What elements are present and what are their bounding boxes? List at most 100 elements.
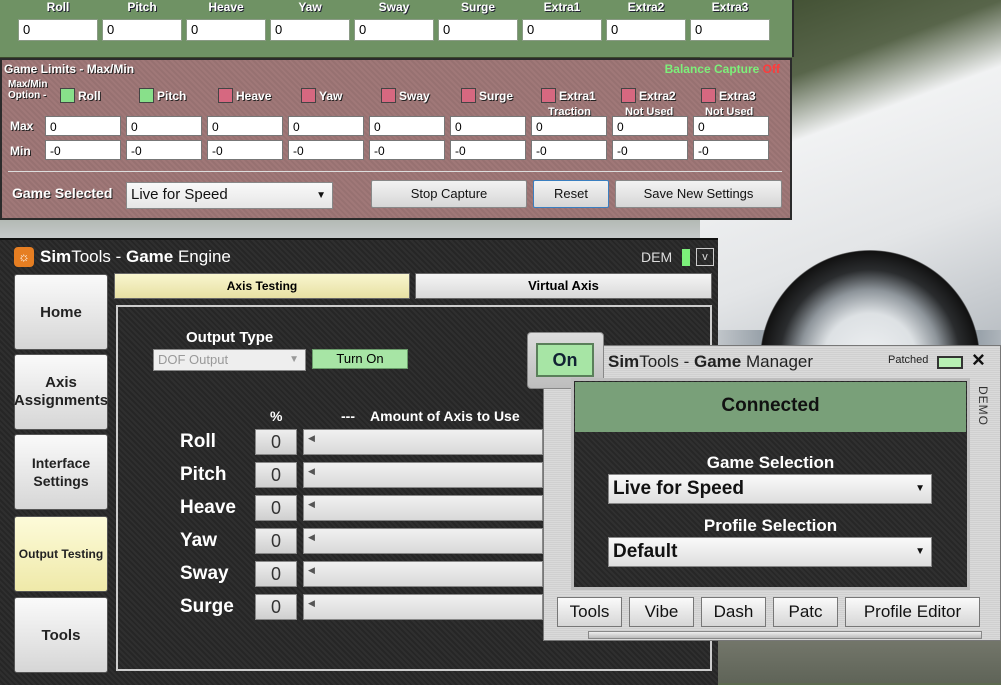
checkbox-unchecked-icon[interactable] <box>218 88 233 104</box>
axis-column: Extra3 0 <box>690 0 770 41</box>
max-input[interactable]: 0 <box>126 116 202 136</box>
game-selection-select[interactable]: Live for Speed ▼ <box>608 474 932 504</box>
reset-button[interactable]: Reset <box>533 180 609 208</box>
save-new-settings-button[interactable]: Save New Settings <box>615 180 782 208</box>
manager-scrollbar[interactable] <box>588 631 982 639</box>
axis-column-header: Sway <box>378 0 410 14</box>
axis-amount-slider[interactable]: ◀ <box>303 561 543 587</box>
nav-home[interactable]: Home <box>14 274 108 350</box>
game-selected-select[interactable]: Live for Speed ▼ <box>126 182 333 209</box>
vibe-button[interactable]: Vibe <box>629 597 694 627</box>
game-selected-value: Live for Speed <box>131 186 228 203</box>
nav-tools[interactable]: Tools <box>14 597 108 673</box>
min-input[interactable]: -0 <box>693 140 769 160</box>
checkbox-checked-icon[interactable] <box>139 88 154 104</box>
limit-option-roll[interactable]: Roll <box>60 87 101 105</box>
axis-row-value[interactable]: 0 <box>255 429 297 455</box>
slider-left-arrow-icon[interactable]: ◀ <box>308 433 315 444</box>
axis-column-value[interactable]: 0 <box>438 19 518 41</box>
slider-left-arrow-icon[interactable]: ◀ <box>308 499 315 510</box>
tools-button[interactable]: Tools <box>557 597 622 627</box>
checkbox-unchecked-icon[interactable] <box>461 88 476 104</box>
max-input[interactable]: 0 <box>207 116 283 136</box>
limit-option-extra3[interactable]: Extra3 <box>701 87 756 105</box>
axis-column-header: Extra1 <box>543 0 581 14</box>
minimize-icon[interactable]: v <box>696 248 714 266</box>
patched-label: Patched <box>888 354 929 366</box>
max-input[interactable]: 0 <box>693 116 769 136</box>
axis-row-value[interactable]: 0 <box>255 495 297 521</box>
limit-option-label: Extra3 <box>719 89 756 103</box>
limit-option-extra2[interactable]: Extra2 <box>621 87 676 105</box>
axis-column-value[interactable]: 0 <box>270 19 350 41</box>
axis-column-value[interactable]: 0 <box>354 19 434 41</box>
axis-column-value[interactable]: 0 <box>690 19 770 41</box>
limit-option-heave[interactable]: Heave <box>218 87 271 105</box>
axis-column-value[interactable]: 0 <box>606 19 686 41</box>
patch-button[interactable]: Patc <box>773 597 838 627</box>
nav-output-testing[interactable]: Output Testing <box>14 516 108 592</box>
on-button[interactable]: On <box>536 343 594 377</box>
axis-row-value[interactable]: 0 <box>255 462 297 488</box>
min-input[interactable]: -0 <box>612 140 688 160</box>
turn-on-button[interactable]: Turn On <box>312 349 408 369</box>
max-input[interactable]: 0 <box>531 116 607 136</box>
max-input[interactable]: 0 <box>288 116 364 136</box>
min-input[interactable]: -0 <box>288 140 364 160</box>
axis-amount-slider[interactable]: ◀ <box>303 594 543 620</box>
max-input[interactable]: 0 <box>612 116 688 136</box>
limit-option-sway[interactable]: Sway <box>381 87 430 105</box>
slider-left-arrow-icon[interactable]: ◀ <box>308 565 315 576</box>
axis-column-value[interactable]: 0 <box>102 19 182 41</box>
min-input[interactable]: -0 <box>207 140 283 160</box>
dash-button[interactable]: Dash <box>701 597 766 627</box>
checkbox-unchecked-icon[interactable] <box>701 88 716 104</box>
stop-capture-button[interactable]: Stop Capture <box>371 180 527 208</box>
axis-column-value[interactable]: 0 <box>18 19 98 41</box>
axis-column-value[interactable]: 0 <box>522 19 602 41</box>
balance-capture-state: Off <box>762 62 780 76</box>
limit-option-yaw[interactable]: Yaw <box>301 87 342 105</box>
slider-left-arrow-icon[interactable]: ◀ <box>308 466 315 477</box>
slider-left-arrow-icon[interactable]: ◀ <box>308 598 315 609</box>
tab-virtual-axis[interactable]: Virtual Axis <box>415 273 712 299</box>
min-input[interactable]: -0 <box>531 140 607 160</box>
limit-option-extra1[interactable]: Extra1 <box>541 87 596 105</box>
axis-amount-slider[interactable]: ◀ <box>303 495 543 521</box>
nav-axis-assignments[interactable]: Axis Assignments <box>14 354 108 430</box>
profile-editor-button[interactable]: Profile Editor <box>845 597 980 627</box>
max-input[interactable]: 0 <box>369 116 445 136</box>
limit-option-label: Pitch <box>157 89 187 103</box>
min-input[interactable]: -0 <box>126 140 202 160</box>
axis-amount-slider[interactable]: ◀ <box>303 429 543 455</box>
max-input[interactable]: 0 <box>450 116 526 136</box>
checkbox-unchecked-icon[interactable] <box>301 88 316 104</box>
axis-row-value[interactable]: 0 <box>255 528 297 554</box>
min-input[interactable]: -0 <box>45 140 121 160</box>
tab-axis-testing[interactable]: Axis Testing <box>114 273 410 299</box>
nav-interface-settings[interactable]: Interface Settings <box>14 434 108 510</box>
checkbox-checked-icon[interactable] <box>60 88 75 104</box>
axis-column-header: Extra2 <box>627 0 665 14</box>
output-type-select[interactable]: DOF Output ▼ <box>153 349 306 371</box>
limit-option-surge[interactable]: Surge <box>461 87 513 105</box>
slider-left-arrow-icon[interactable]: ◀ <box>308 532 315 543</box>
game-manager-title: SimTools - Game Manager <box>608 352 814 371</box>
checkbox-unchecked-icon[interactable] <box>381 88 396 104</box>
min-input[interactable]: -0 <box>450 140 526 160</box>
checkbox-unchecked-icon[interactable] <box>621 88 636 104</box>
checkbox-unchecked-icon[interactable] <box>541 88 556 104</box>
min-input[interactable]: -0 <box>369 140 445 160</box>
axis-row-value[interactable]: 0 <box>255 594 297 620</box>
balance-capture-toggle[interactable]: Balance Capture Off <box>665 62 780 76</box>
axis-column-header: Roll <box>46 0 70 14</box>
limit-option-pitch[interactable]: Pitch <box>139 87 186 105</box>
close-icon[interactable]: × <box>972 347 985 373</box>
max-input[interactable]: 0 <box>45 116 121 136</box>
axis-row-value[interactable]: 0 <box>255 561 297 587</box>
game-selection-label: Game Selection <box>706 453 835 472</box>
profile-selection-select[interactable]: Default ▼ <box>608 537 932 567</box>
axis-column-value[interactable]: 0 <box>186 19 266 41</box>
axis-amount-slider[interactable]: ◀ <box>303 528 543 554</box>
axis-amount-slider[interactable]: ◀ <box>303 462 543 488</box>
